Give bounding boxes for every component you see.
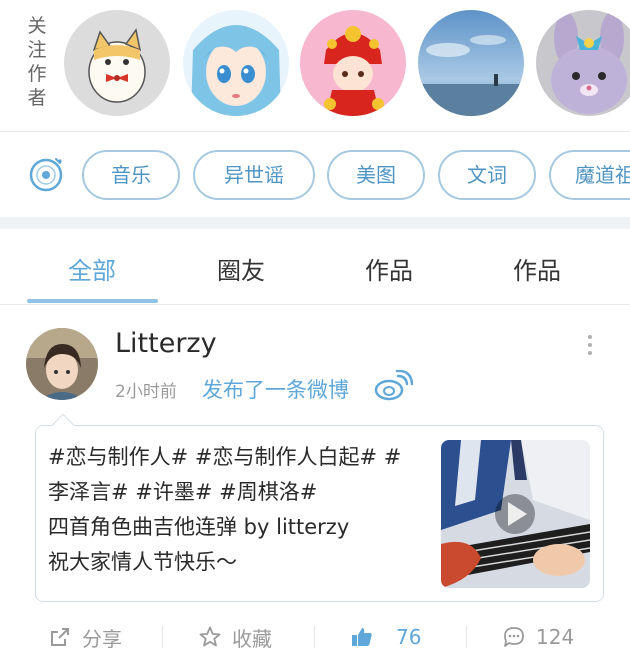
favorite-label: 收藏	[232, 626, 272, 651]
category-tags-bar: 音乐 异世谣 美图 文词 魔道祖师	[0, 133, 630, 217]
like-button[interactable]: 76	[350, 622, 421, 652]
action-separator	[466, 626, 467, 648]
post-text-line: #恋与制作人# #恋与制作人白起# #	[48, 445, 402, 469]
plush-bunny-icon	[536, 10, 630, 116]
tag-modao-zushi[interactable]: 魔道祖师	[549, 150, 630, 200]
author-avatar-lion-dance[interactable]	[300, 10, 406, 116]
like-count: 76	[396, 625, 422, 649]
action-separator	[162, 626, 163, 648]
cat-with-bowtie-icon	[64, 10, 170, 116]
post-author-avatar[interactable]	[26, 328, 98, 400]
author-avatar-sky[interactable]	[418, 10, 524, 116]
music-disc-icon[interactable]	[26, 155, 66, 195]
post-text-line: 祝大家情人节快乐～	[48, 550, 237, 574]
tab-works-2[interactable]: 作品	[472, 251, 602, 286]
lion-dance-girl-icon	[300, 10, 406, 116]
followed-authors-label: 关注作者	[27, 15, 47, 109]
author-avatar-anime-girl[interactable]	[183, 10, 289, 116]
star-icon	[199, 626, 221, 647]
tag-music[interactable]: 音乐	[82, 150, 180, 200]
section-divider	[0, 217, 630, 229]
guitar-video-thumbnail-icon	[441, 440, 590, 588]
tag-lyrics[interactable]: 文词	[438, 150, 536, 200]
blue-hair-anime-girl-icon	[183, 10, 289, 116]
post-timestamp: 2小时前	[115, 382, 177, 402]
action-separator	[314, 626, 315, 648]
followed-authors-bar: 关注作者	[0, 0, 630, 132]
share-label: 分享	[82, 626, 122, 651]
post-action-bar: 分享 收藏 76 124	[0, 614, 630, 660]
share-icon	[51, 628, 69, 646]
sky-landscape-icon	[418, 10, 524, 116]
post-text: #恋与制作人# #恋与制作人白起# # 李泽言# #许墨# #周棋洛# 四首角色…	[48, 440, 428, 580]
thumbs-up-icon	[352, 628, 372, 646]
comment-count: 124	[536, 625, 575, 649]
weibo-icon	[374, 370, 413, 401]
post-action-text: 发布了一条微博	[202, 378, 349, 402]
video-thumbnail[interactable]	[441, 440, 590, 588]
post-text-line: 四首角色曲吉他连弹 by litterzy	[48, 515, 350, 539]
comment-button[interactable]: 124	[502, 622, 574, 652]
tab-all[interactable]: 全部	[27, 251, 157, 286]
post-username[interactable]: Litterzy	[115, 328, 217, 359]
tag-pictures[interactable]: 美图	[327, 150, 425, 200]
more-options-icon[interactable]	[580, 330, 600, 360]
tab-works[interactable]: 作品	[324, 251, 454, 286]
feed-tabs: 全部 圈友 作品 作品	[0, 229, 630, 305]
tag-yishiyao[interactable]: 异世谣	[193, 150, 315, 200]
user-portrait-icon	[26, 328, 98, 400]
post-text-line: 李泽言# #许墨# #周棋洛#	[48, 480, 318, 504]
favorite-button[interactable]: 收藏	[198, 622, 272, 652]
author-avatar-cat[interactable]	[64, 10, 170, 116]
author-avatar-bunny[interactable]	[536, 10, 630, 116]
share-button[interactable]: 分享	[48, 622, 122, 652]
tab-circle-friends[interactable]: 圈友	[176, 251, 306, 286]
comment-icon	[504, 627, 524, 647]
active-tab-indicator	[27, 299, 158, 303]
